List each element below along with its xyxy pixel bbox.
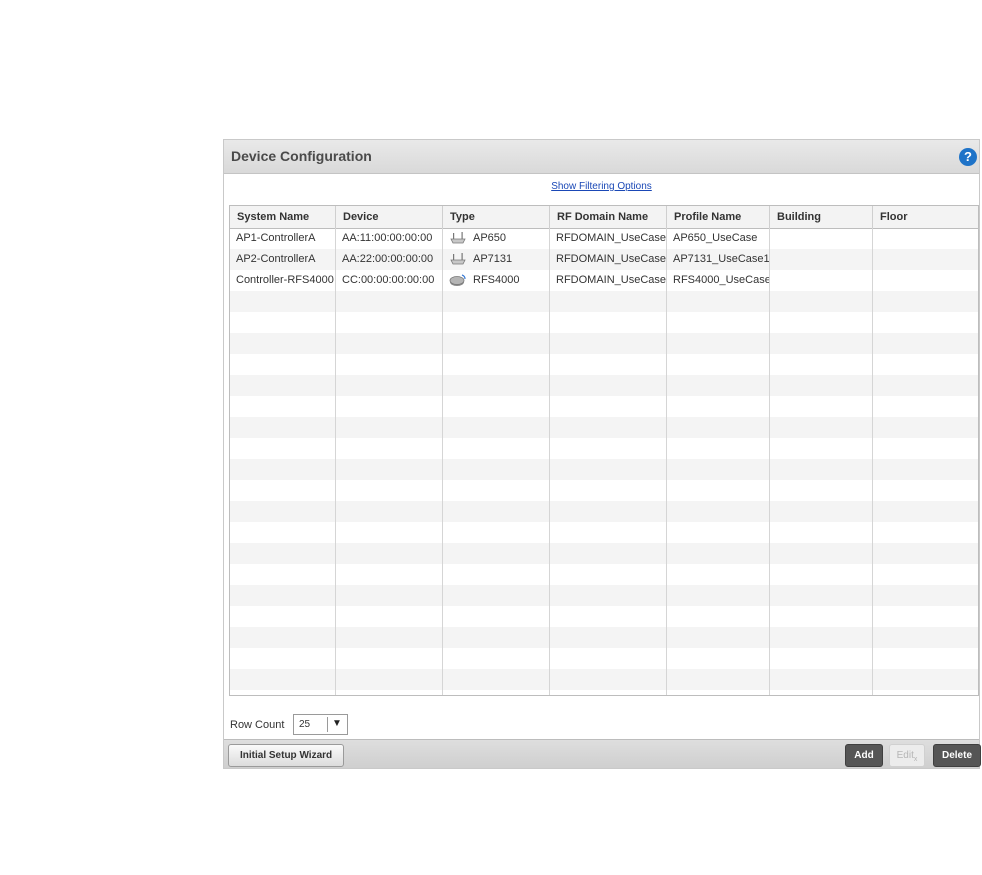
panel-header: Device Configuration ? <box>224 140 979 174</box>
row-count-value: 25 <box>299 719 311 730</box>
show-filtering-options-link[interactable]: Show Filtering Options <box>224 181 979 192</box>
column-divider <box>335 228 336 695</box>
page-title: Device Configuration <box>231 148 372 164</box>
table-row <box>230 375 978 396</box>
column-header[interactable]: Profile Name <box>667 206 770 228</box>
edit-button[interactable]: Editx <box>889 744 925 767</box>
table-cell-device: AA:22:00:00:00:00 <box>342 253 434 265</box>
table-row <box>230 312 978 333</box>
column-divider <box>769 228 770 695</box>
column-header[interactable]: Type <box>443 206 550 228</box>
row-count-label: Row Count <box>230 719 285 731</box>
table-cell-rf-domain: RFDOMAIN_UseCase1 <box>556 274 667 286</box>
column-header[interactable]: Device <box>336 206 443 228</box>
table-cell-rf-domain: RFDOMAIN_UseCase1 <box>556 253 667 265</box>
device-type-label: AP7131 <box>473 253 513 265</box>
table-row <box>230 396 978 417</box>
column-divider <box>666 228 667 695</box>
table-cell-floor <box>873 228 978 249</box>
table-row <box>230 480 978 501</box>
table-cell-type: AP7131 <box>443 249 550 270</box>
column-header[interactable]: Floor <box>873 206 978 228</box>
edit-button-label: Edit <box>896 750 914 761</box>
controller-icon <box>449 273 467 287</box>
table-row <box>230 564 978 585</box>
table-row <box>230 669 978 690</box>
device-configuration-panel: Device Configuration ? Show Filtering Op… <box>223 139 981 769</box>
row-count-select[interactable]: 25 ▼ <box>293 714 348 735</box>
table-row <box>230 291 978 312</box>
delete-button[interactable]: Delete <box>933 744 981 767</box>
table-cell-type: RFS4000 <box>443 270 550 291</box>
table-header: System Name Device Type RF Domain Name Profi… <box>230 206 978 229</box>
table-body: AP1-ControllerA AA:11:00:00:00:00 AP650 RFD… <box>230 228 978 695</box>
table-row <box>230 459 978 480</box>
table-cell-building <box>770 270 873 291</box>
table-cell-system-name: AP2-ControllerA <box>236 253 316 265</box>
table-row[interactable]: AP1-ControllerA AA:11:00:00:00:00 AP650 RFD… <box>230 228 978 249</box>
column-divider <box>549 228 550 695</box>
chevron-down-icon: ▼ <box>332 718 342 729</box>
table-cell-rf-domain: RFDOMAIN_UseCase1 <box>556 232 667 244</box>
table-cell-system-name: Controller-RFS4000 <box>236 274 334 286</box>
initial-setup-wizard-button[interactable]: Initial Setup Wizard <box>228 744 345 767</box>
table-row <box>230 333 978 354</box>
device-type-label: RFS4000 <box>473 274 520 286</box>
table-row <box>230 438 978 459</box>
table-row <box>230 627 978 648</box>
column-divider <box>872 228 873 695</box>
column-header[interactable]: System Name <box>230 206 336 228</box>
table-row <box>230 585 978 606</box>
table-cell-device: AA:11:00:00:00:00 <box>342 232 433 244</box>
table-cell-profile: RFS4000_UseCase1 <box>673 274 770 286</box>
column-header[interactable]: Building <box>770 206 873 228</box>
table-row[interactable]: Controller-RFS4000 CC:00:00:00:00:00 RFS40… <box>230 270 978 291</box>
table-cell-system-name: AP1-ControllerA <box>236 232 316 244</box>
access-point-icon <box>449 231 467 245</box>
column-divider <box>442 228 443 695</box>
table-cell-floor <box>873 249 978 270</box>
table-row <box>230 606 978 627</box>
table-row <box>230 354 978 375</box>
device-type-label: AP650 <box>473 232 507 244</box>
table-cell-profile: AP7131_UseCase1 <box>673 253 770 265</box>
table-row <box>230 417 978 438</box>
table-cell-building <box>770 228 873 249</box>
device-table: System Name Device Type RF Domain Name Profi… <box>229 205 979 696</box>
table-row[interactable]: AP2-ControllerA AA:22:00:00:00:00 AP7131 RF… <box>230 249 978 270</box>
add-button[interactable]: Add <box>845 744 883 767</box>
table-row <box>230 522 978 543</box>
table-cell-type: AP650 <box>443 228 550 249</box>
panel-footer: Initial Setup Wizard Add Editx Delete <box>224 739 981 768</box>
select-divider <box>327 717 328 732</box>
table-row <box>230 543 978 564</box>
access-point-icon <box>449 252 467 266</box>
column-header[interactable]: RF Domain Name <box>550 206 667 228</box>
table-cell-building <box>770 249 873 270</box>
table-row <box>230 648 978 669</box>
table-cell-floor <box>873 270 978 291</box>
table-cell-profile: AP650_UseCase <box>673 232 758 244</box>
close-icon: x <box>913 756 918 763</box>
question-icon[interactable]: ? <box>959 148 977 166</box>
table-row <box>230 501 978 522</box>
table-cell-device: CC:00:00:00:00:00 <box>342 274 435 286</box>
